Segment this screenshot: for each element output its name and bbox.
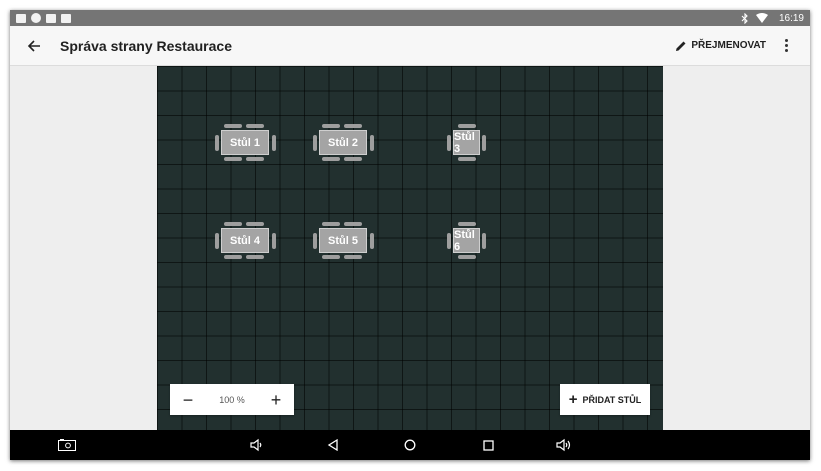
chair (322, 124, 340, 128)
chair (322, 255, 340, 259)
screenshot-button[interactable] (58, 437, 76, 453)
chair (322, 222, 340, 226)
table-surface: Stůl 1 (221, 130, 269, 155)
chair (272, 233, 276, 249)
chair (246, 255, 264, 259)
triangle-back-icon (327, 439, 338, 451)
table-label: Stůl 2 (328, 136, 358, 149)
camera-icon (58, 439, 76, 451)
plus-icon: + (568, 391, 578, 408)
chair (344, 255, 362, 259)
add-table-label: PŘIDAT STŮL (582, 394, 642, 405)
arrow-back-icon (27, 39, 40, 52)
dot-icon (784, 39, 788, 42)
status-right-icons: 16:19 (741, 12, 804, 24)
chair (313, 233, 317, 249)
recents-button[interactable] (480, 437, 496, 453)
table-label: Stůl 5 (328, 234, 358, 247)
table-label: Stůl 4 (230, 234, 260, 247)
wifi-icon (755, 13, 768, 23)
chair (458, 222, 476, 226)
chair (344, 157, 362, 161)
table-label: Stůl 1 (230, 136, 260, 149)
chair (246, 157, 264, 161)
table-2[interactable]: Stůl 2 (313, 124, 375, 162)
chair (246, 222, 264, 226)
chair (313, 135, 317, 151)
table-1[interactable]: Stůl 1 (215, 124, 277, 162)
zoom-in-button[interactable]: + (268, 391, 284, 409)
pencil-icon (676, 41, 686, 51)
chair (215, 233, 219, 249)
image-icon (16, 13, 26, 23)
table-4[interactable]: Stůl 4 (215, 222, 277, 260)
accessibility-icon (31, 13, 41, 23)
volume-up-icon (556, 438, 571, 452)
app-bar: Správa strany Restaurace PŘEJMENOVAT (10, 26, 810, 66)
home-button[interactable] (402, 437, 418, 453)
chair (344, 222, 362, 226)
dot-icon (784, 49, 788, 52)
table-label: Stůl 3 (454, 130, 475, 155)
table-surface: Stůl 6 (453, 228, 480, 253)
table-5[interactable]: Stůl 5 (313, 222, 375, 260)
chair (458, 255, 476, 259)
table-surface: Stůl 4 (221, 228, 269, 253)
clock: 16:19 (778, 12, 804, 24)
chair (482, 233, 486, 249)
rename-button[interactable]: PŘEJMENOVAT (675, 40, 766, 52)
chair (447, 135, 451, 151)
chair (246, 124, 264, 128)
chair (370, 233, 374, 249)
chair (272, 135, 276, 151)
screen-icon (61, 13, 71, 23)
chair (344, 124, 362, 128)
floor-plan-canvas[interactable]: Stůl 1 Stůl 2 Stůl 3 Stůl 4 Stůl 5 Stůl … (157, 66, 663, 430)
table-6[interactable]: Stůl 6 (447, 222, 487, 260)
table-3[interactable]: Stůl 3 (447, 124, 487, 162)
chair (370, 135, 374, 151)
status-bar: 16:19 (10, 10, 810, 26)
chair (224, 255, 242, 259)
page-title: Správa strany Restaurace (60, 37, 232, 54)
add-table-button[interactable]: + PŘIDAT STŮL (560, 384, 650, 415)
mail-icon (46, 13, 56, 23)
zoom-control: − 100 % + (170, 384, 294, 415)
volume-down-icon (250, 438, 262, 452)
chair (322, 157, 340, 161)
navigation-bar (10, 430, 810, 460)
volume-down-button[interactable] (248, 437, 264, 453)
dot-icon (784, 44, 788, 47)
table-surface: Stůl 5 (319, 228, 367, 253)
table-surface: Stůl 2 (319, 130, 367, 155)
square-recents-icon (482, 439, 494, 451)
back-nav-button[interactable] (325, 437, 341, 453)
chair (224, 222, 242, 226)
device-screen: 16:19 Správa strany Restaurace PŘEJMENOV… (10, 10, 810, 460)
circle-home-icon (404, 439, 416, 451)
status-left-icons (16, 13, 71, 23)
chair (458, 157, 476, 161)
chair (458, 124, 476, 128)
rename-label: PŘEJMENOVAT (691, 40, 766, 51)
chair (215, 135, 219, 151)
chair (447, 233, 451, 249)
table-surface: Stůl 3 (453, 130, 480, 155)
zoom-out-button[interactable]: − (180, 391, 196, 409)
overflow-menu-button[interactable] (778, 36, 794, 56)
zoom-level: 100 % (219, 394, 245, 405)
volume-up-button[interactable] (556, 437, 572, 453)
back-button[interactable] (10, 26, 58, 66)
chair (482, 135, 486, 151)
bluetooth-icon (741, 12, 748, 24)
chair (224, 124, 242, 128)
table-label: Stůl 6 (454, 228, 475, 253)
chair (224, 157, 242, 161)
